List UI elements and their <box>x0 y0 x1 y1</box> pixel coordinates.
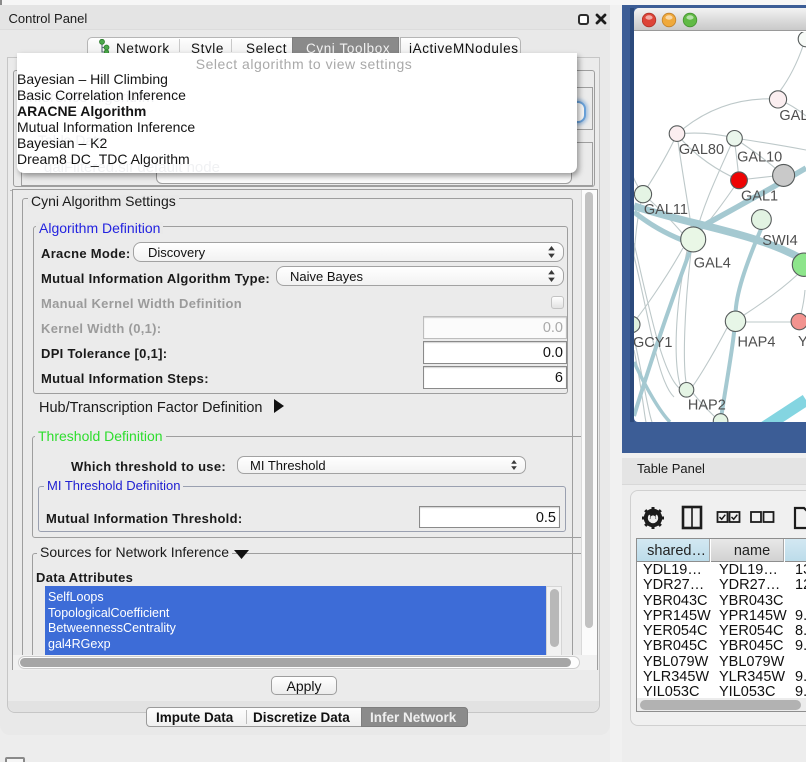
svg-text:Y: Y <box>798 334 806 350</box>
svg-text:SWI4: SWI4 <box>762 233 797 249</box>
svg-text:GAL: GAL <box>779 108 806 124</box>
svg-text:GAL11: GAL11 <box>644 202 688 218</box>
svg-text:GAL10: GAL10 <box>737 150 782 166</box>
svg-text:HAP4: HAP4 <box>738 335 776 351</box>
svg-text:HAP2: HAP2 <box>688 397 726 413</box>
svg-text:GAL1: GAL1 <box>741 189 778 205</box>
svg-text:GAL4: GAL4 <box>694 256 731 272</box>
svg-text:GAL80: GAL80 <box>679 142 724 158</box>
svg-text:GCY1: GCY1 <box>634 335 673 351</box>
